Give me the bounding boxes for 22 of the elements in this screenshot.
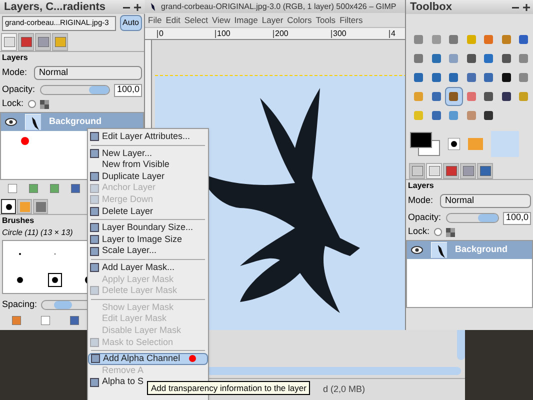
layer-name: Background — [455, 243, 508, 256]
layer-name: Background — [49, 115, 102, 128]
panel-heading: Layers — [2, 52, 28, 64]
ruler-label: 300 — [331, 30, 389, 38]
ruler-label: 100 — [215, 30, 273, 38]
window-title: Toolbox — [410, 0, 453, 15]
window-title: grand-corbeau-ORIGINAL.jpg-3.0 (RGB, 1 layer) 500x426 – GIMP — [161, 0, 396, 12]
panel-heading: Layers — [408, 180, 434, 192]
ruler-label: 0 — [157, 30, 215, 38]
lock-label: Lock: — [408, 225, 430, 238]
status-text: d (2,0 MB) — [323, 382, 366, 396]
panel-heading: Brushes — [2, 215, 34, 227]
window-title: Layers, C...radients — [4, 0, 106, 15]
opacity-label: Opacity: — [408, 211, 442, 224]
brush-name: Circle (11) (13 × 13) — [1, 227, 74, 239]
ruler-label: 200 — [273, 30, 331, 38]
tooltip: Add transparency information to the layer — [147, 381, 310, 395]
spacing-label: Spacing: — [2, 298, 38, 312]
opacity-label: Opacity: — [2, 83, 36, 96]
lock-label: Lock: — [2, 97, 24, 110]
mode-label: Mode: — [2, 66, 28, 80]
mode-label: Mode: — [408, 194, 434, 208]
